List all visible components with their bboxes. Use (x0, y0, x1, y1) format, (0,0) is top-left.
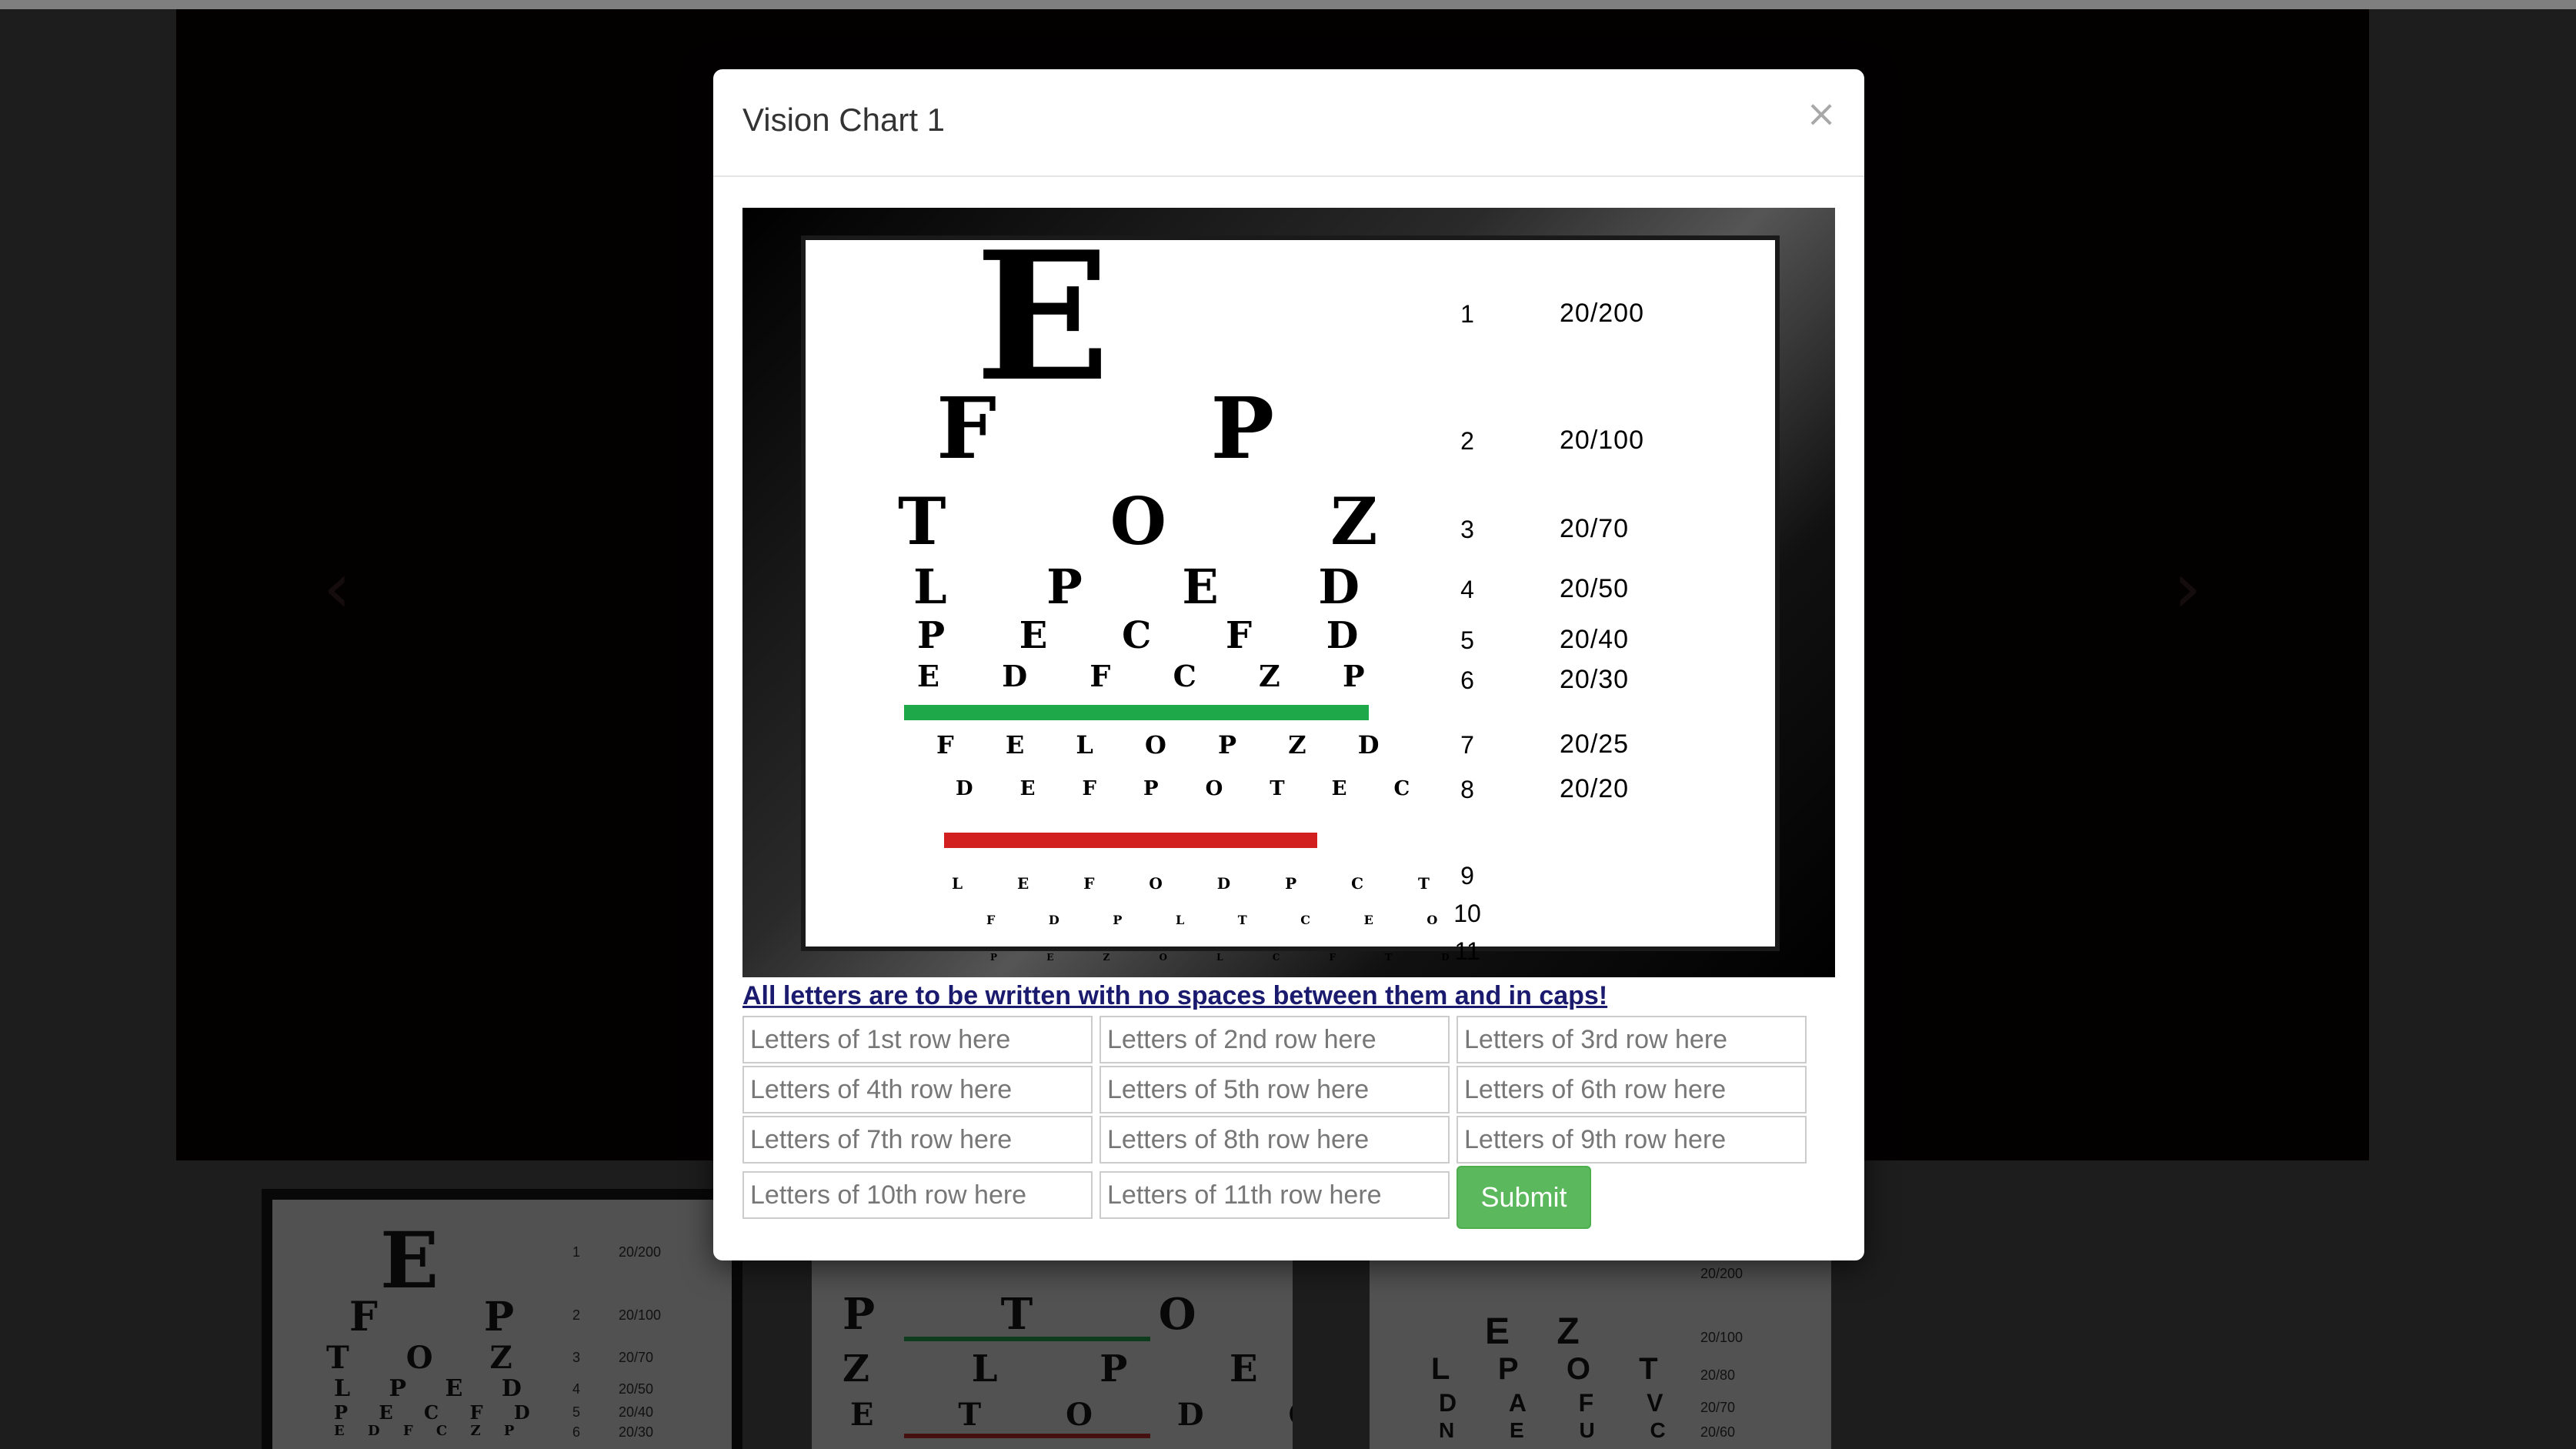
row-3-input[interactable] (1457, 1016, 1807, 1063)
chart-row-8-letters: D E F P O T E C (956, 777, 1430, 800)
chart-row-1-acuity: 20/200 (1560, 299, 1644, 328)
close-icon[interactable]: × (1806, 92, 1837, 135)
instruction-link[interactable]: All letters are to be written with no sp… (742, 981, 1607, 1011)
chart-row-6-acuity: 20/30 (1560, 665, 1630, 694)
chart-row-9-num: 9 (1460, 862, 1474, 890)
submit-button[interactable]: Submit (1457, 1166, 1591, 1229)
row-4-input[interactable] (742, 1066, 1093, 1113)
chart-row-4-acuity: 20/50 (1560, 574, 1630, 603)
modal-title: Vision Chart 1 (742, 102, 946, 138)
chart-green-line (904, 705, 1369, 720)
chart-row-3-acuity: 20/70 (1560, 514, 1630, 543)
vision-chart-image: E 1 20/200 F P 2 20/100 T O Z 3 20/70 L … (742, 208, 1835, 977)
row-1-input[interactable] (742, 1016, 1093, 1063)
chart-row-7-acuity: 20/25 (1560, 730, 1630, 759)
chart-row-4-letters: L P E D (913, 559, 1401, 615)
chart-row-8-num: 8 (1460, 776, 1474, 803)
chart-row-8-acuity: 20/20 (1560, 774, 1630, 803)
chart-row-5-num: 5 (1460, 626, 1474, 654)
chart-row-1-letters: E (975, 213, 1110, 421)
row-5-input[interactable] (1099, 1066, 1450, 1113)
chart-row-10-num: 10 (1453, 900, 1481, 927)
vision-chart-modal: Vision Chart 1 × E 1 20/200 F P 2 20/100… (713, 69, 1864, 1260)
row-2-input[interactable] (1099, 1016, 1450, 1063)
row-11-input[interactable] (1099, 1171, 1450, 1219)
modal-header: Vision Chart 1 × (713, 69, 1864, 177)
chart-row-3-letters: T O Z (898, 483, 1449, 559)
chart-row-6-num: 6 (1460, 666, 1474, 694)
chart-row-11-num: 11 (1454, 937, 1480, 965)
row-8-input[interactable] (1099, 1116, 1450, 1164)
chart-row-5-acuity: 20/40 (1560, 625, 1630, 654)
chart-row-6-letters: E D F C Z P (917, 659, 1391, 693)
chart-red-line (944, 833, 1317, 848)
row-7-input[interactable] (742, 1116, 1093, 1164)
chart-row-7-num: 7 (1460, 731, 1474, 759)
row-10-input[interactable] (742, 1171, 1093, 1219)
chart-row-9-letters: L E F O D P C T (952, 874, 1454, 893)
row-9-input[interactable] (1457, 1116, 1807, 1164)
chart-row-2-acuity: 20/100 (1560, 426, 1644, 455)
chart-row-7-letters: F E L O P Z D (936, 730, 1401, 760)
chart-row-3-num: 3 (1460, 516, 1474, 543)
chart-row-2-letters: F P (936, 379, 1367, 478)
chart-row-1-num: 1 (1460, 300, 1474, 328)
vision-chart-board: E 1 20/200 F P 2 20/100 T O Z 3 20/70 L … (801, 213, 1780, 965)
row-6-input[interactable] (1457, 1066, 1807, 1113)
chart-row-4-num: 4 (1460, 576, 1474, 603)
chart-row-2-num: 2 (1460, 427, 1474, 455)
chart-row-5-letters: P E C F D (917, 614, 1390, 657)
